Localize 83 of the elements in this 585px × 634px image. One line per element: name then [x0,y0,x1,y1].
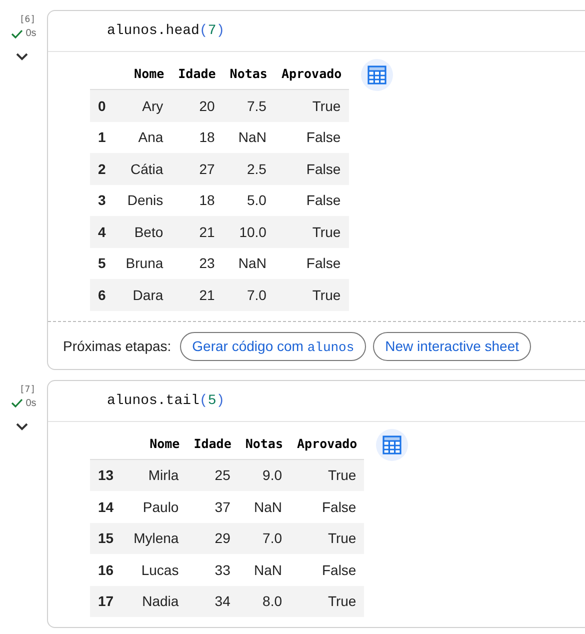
table-cell: Lucas [126,554,187,586]
table-cell: NaN [238,491,290,522]
column-header: Nome [126,428,187,459]
table-cell: 33 [186,554,238,586]
code-line[interactable]: alunos.head(7) [107,23,225,39]
table-cell: Ana [118,122,172,153]
code-line[interactable]: alunos.tail(5) [107,392,225,408]
execution-count: [6] [19,15,36,25]
table-cell: 8.0 [238,586,290,617]
table-cell: 7.0 [238,522,290,554]
table-cell: Paulo [126,491,187,522]
table-cell: Beto [118,216,172,248]
table-cell: 5.0 [222,184,274,216]
table-cell: True [290,522,364,554]
row-index: 14 [90,491,126,522]
table-cell: Mylena [126,522,187,554]
table-cell: 25 [186,459,238,491]
table-cell: Bruna [118,248,172,279]
table-cell: Dara [118,279,172,310]
table-cell: NaN [222,122,274,153]
run-time: 0s [26,28,36,39]
table-cell: 18 [171,184,223,216]
suggestion-button[interactable]: Gerar código com alunos [180,332,366,360]
table-cell: NaN [238,554,290,586]
table-cell: True [274,279,349,310]
row-index: 0 [90,90,118,122]
table-icon [366,65,387,85]
collapse-toggle[interactable] [14,51,30,63]
table-cell: False [274,153,349,184]
table-cell: Cátia [118,153,172,184]
table-cell: False [274,184,349,216]
row-index: 1 [90,122,118,153]
check-icon [10,28,23,38]
table-cell: NaN [222,248,274,279]
table-cell: False [274,122,349,153]
row-index: 16 [90,554,126,586]
execution-count: [7] [19,384,36,394]
table-cell: 29 [186,522,238,554]
table-cell: 21 [171,279,223,310]
table-cell: Ary [118,90,172,122]
table-cell: True [274,216,349,248]
column-header: Aprovado [290,428,364,459]
row-index: 15 [90,522,126,554]
check-icon [10,398,23,408]
table-cell: 23 [171,248,223,279]
table-cell: False [290,554,364,586]
suggestion-button[interactable]: New interactive sheet [373,332,531,360]
chevron-down-icon [16,422,28,430]
table-cell: 37 [186,491,238,522]
table-view-button[interactable] [376,428,408,460]
table-cell: 20 [171,90,223,122]
table-cell: Mirla [126,459,187,491]
row-index: 2 [90,153,118,184]
table-cell: Nadia [126,586,187,617]
column-header: Idade [186,428,238,459]
row-index: 13 [90,459,126,491]
table-icon [382,434,402,454]
collapse-toggle[interactable] [14,420,30,432]
table-cell: True [290,459,364,491]
table-cell: 9.0 [238,459,290,491]
table-cell: 27 [171,153,223,184]
table-cell: Denis [118,184,172,216]
row-index: 5 [90,248,118,279]
table-cell: 2.5 [222,153,274,184]
chevron-down-icon [16,53,28,61]
table-view-button[interactable] [360,59,393,91]
table-cell: True [274,90,349,122]
table-cell: 34 [186,586,238,617]
table-cell: 18 [171,122,223,153]
run-time: 0s [26,398,36,408]
table-cell: False [290,491,364,522]
column-header: Notas [238,428,290,459]
row-index: 6 [90,279,118,310]
table-cell: 21 [171,216,223,248]
table-cell: 10.0 [222,216,274,248]
table-cell: True [290,586,364,617]
table-cell: 7.5 [222,90,274,122]
row-index: 3 [90,184,118,216]
next-steps-label: Próximas etapas: [63,338,172,354]
table-cell: 7.0 [222,279,274,310]
table-cell: False [274,248,349,279]
row-index: 4 [90,216,118,248]
row-index: 17 [90,586,126,617]
